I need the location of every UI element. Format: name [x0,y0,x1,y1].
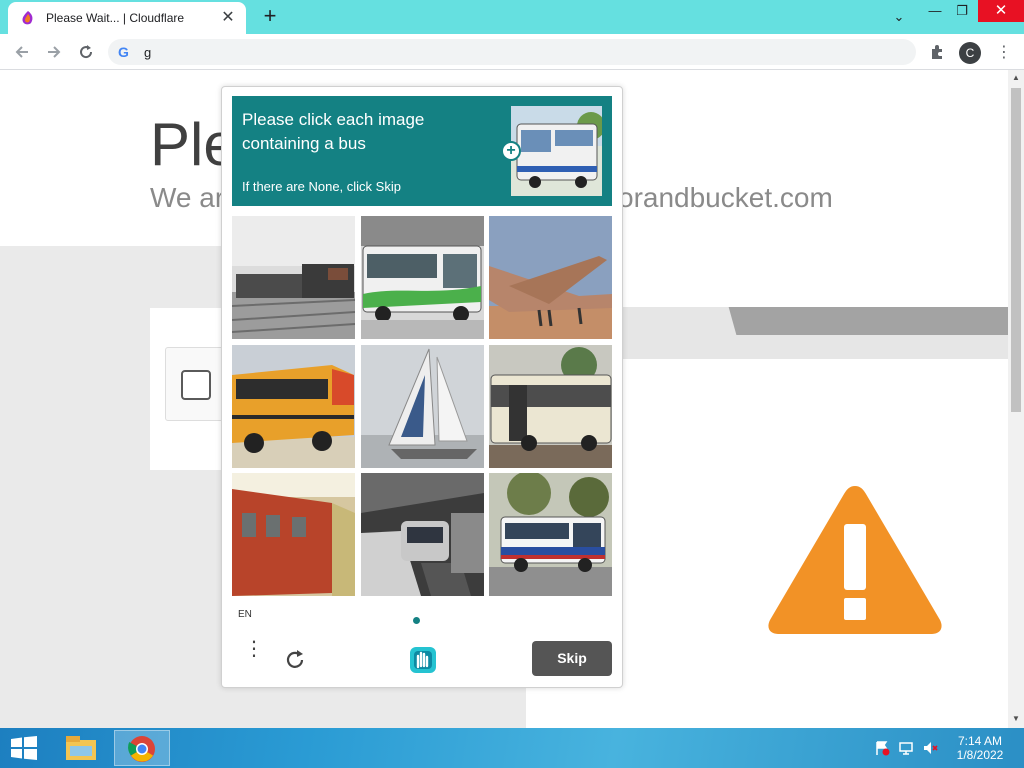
scroll-thumb[interactable] [1011,88,1021,412]
browser-tab-bar: Please Wait... | Cloudflare ✕ + ⌄ — ❐ ✕ [0,0,1024,34]
hcaptcha-hand-icon [406,643,440,677]
address-input[interactable]: g [144,45,151,60]
tile-airplane[interactable] [489,216,612,339]
windows-start-icon[interactable] [10,736,38,760]
page-subtitle: We ar [150,182,225,213]
browser-tab[interactable]: Please Wait... | Cloudflare ✕ [8,2,246,34]
challenge-prompt: Please click each image containing a bus… [232,96,612,206]
reload-icon[interactable] [74,40,98,64]
captcha-menu-icon[interactable]: ⋮ [244,639,264,675]
tab-search-icon[interactable]: ⌄ [886,6,912,28]
tab-close-icon[interactable]: ✕ [220,10,236,26]
system-clock[interactable]: 7:14 AM 1/8/2022 [950,734,1010,762]
clock-date: 1/8/2022 [956,748,1004,762]
tile-train-3[interactable] [361,473,484,596]
captcha-checkbox[interactable] [181,370,211,400]
scroll-up-icon[interactable]: ▲ [1008,70,1024,86]
tile-bus-1[interactable] [361,216,484,339]
chrome-taskbar-icon[interactable] [114,730,170,766]
prompt-text: Please click each image containing a bus [242,110,425,153]
add-example-plus-icon: + [501,141,521,161]
file-explorer-icon[interactable] [62,732,100,764]
forward-arrow-icon[interactable] [42,40,66,64]
tile-bus-2[interactable] [232,345,355,468]
tile-train-2[interactable] [232,473,355,596]
new-tab-button[interactable]: + [258,5,282,28]
google-icon: G [118,44,129,60]
network-icon[interactable] [898,740,914,756]
example-bus-image [511,106,602,196]
page-subtitle-domain: orandbucket.com [618,182,833,213]
windows-taskbar: 7:14 AM 1/8/2022 [0,728,1024,768]
language-selector[interactable]: EN [238,609,252,620]
warning-triangle-icon [768,486,942,634]
tile-bus-3[interactable] [489,345,612,468]
refresh-challenge-icon[interactable] [282,647,308,673]
tab-title: Please Wait... | Cloudflare [46,11,185,25]
prompt-skip-hint: If there are None, click Skip [242,179,401,194]
scroll-down-icon[interactable]: ▼ [1008,711,1024,727]
maximize-button[interactable]: ❐ [950,0,974,22]
profile-avatar[interactable]: C [959,42,981,64]
clock-time: 7:14 AM [957,734,1003,748]
cloudflare-favicon-icon [22,11,33,25]
page-indicator-dot [413,617,420,624]
skip-button[interactable]: Skip [532,641,612,676]
address-bar[interactable]: G g [108,39,916,65]
volume-muted-icon[interactable] [922,740,938,756]
tile-sailboat[interactable] [361,345,484,468]
close-window-button[interactable]: ✕ [978,0,1024,22]
tile-bus-4[interactable] [489,473,612,596]
browser-toolbar: G g C ⋮ [0,34,1024,70]
action-center-flag-icon[interactable] [874,740,890,756]
minimize-button[interactable]: — [920,0,950,22]
hcaptcha-challenge: Please click each image containing a bus… [221,86,623,688]
back-arrow-icon[interactable] [10,40,34,64]
extensions-puzzle-icon[interactable] [928,42,948,62]
tile-train-1[interactable] [232,216,355,339]
browser-menu-icon[interactable]: ⋮ [996,42,1012,64]
